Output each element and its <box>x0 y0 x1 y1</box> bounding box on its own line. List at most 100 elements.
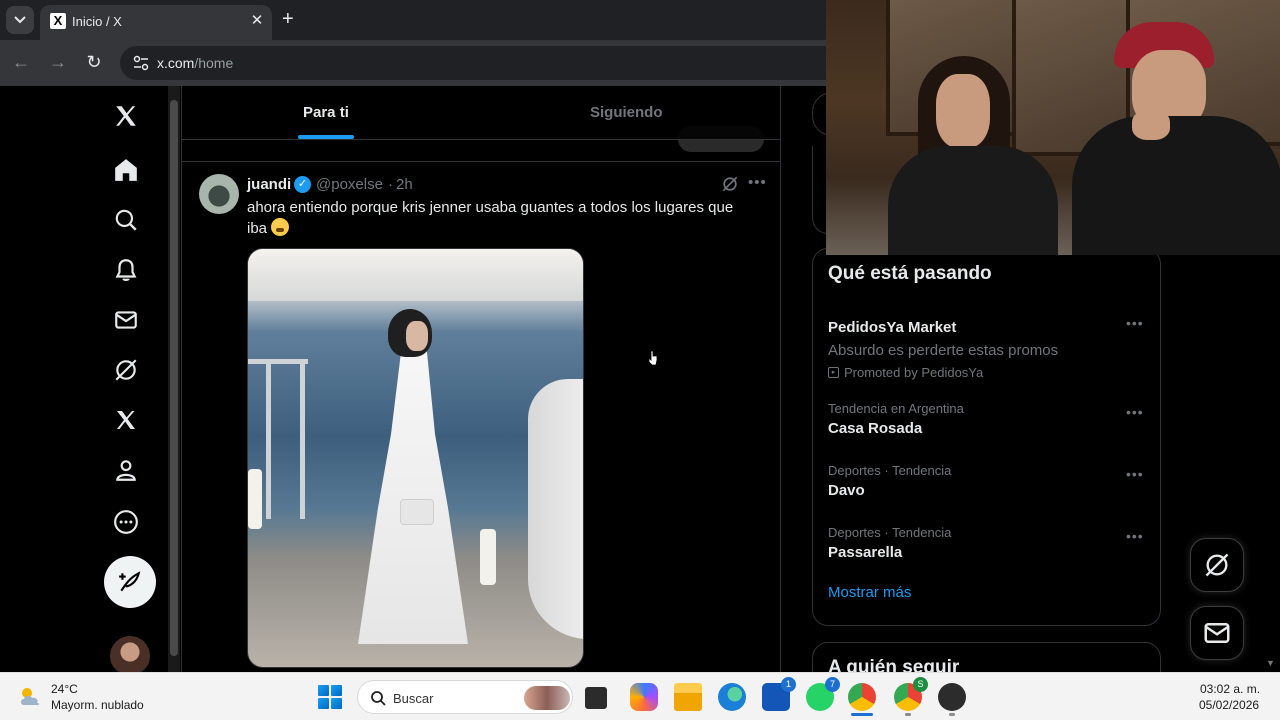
dock-bollard <box>480 529 496 585</box>
whatsapp-badge: 7 <box>825 677 840 692</box>
tab-following[interactable]: Siguiendo <box>590 104 663 121</box>
trend-name: Davo <box>828 482 865 499</box>
search-icon[interactable] <box>110 204 142 236</box>
person-left-face <box>936 74 990 148</box>
file-explorer-icon[interactable] <box>674 683 702 711</box>
x-favicon-icon: X <box>50 13 66 29</box>
running-app-indicator <box>905 713 911 716</box>
trend-more-icon[interactable]: ••• <box>1126 528 1144 544</box>
url-text: x.com/home <box>157 55 233 71</box>
dock-bollard <box>248 469 262 529</box>
show-more-link[interactable]: Mostrar más <box>828 584 911 601</box>
trend-item[interactable]: Tendencia en Argentina Casa Rosada <box>828 401 1148 437</box>
trend-item-promoted[interactable]: PedidosYa Market Absurdo es perderte est… <box>828 315 1148 380</box>
tweet-more-icon[interactable]: ••• <box>748 174 767 191</box>
trend-more-icon[interactable]: ••• <box>1126 404 1144 420</box>
premium-x-icon[interactable] <box>110 404 142 436</box>
weather-temperature[interactable]: 24°C <box>51 682 78 696</box>
boat-bow <box>528 379 583 639</box>
woman-white-dress <box>358 344 468 644</box>
chrome-profile-badge: S <box>913 677 928 692</box>
verified-badge-icon: ✓ <box>294 176 311 193</box>
railing <box>300 359 305 519</box>
copilot-icon[interactable] <box>630 683 658 711</box>
trend-category: Deportes · Tendencia <box>828 525 952 540</box>
trend-category: Tendencia en Argentina <box>828 401 964 416</box>
mail-icon[interactable] <box>110 304 142 336</box>
tab-search-button[interactable] <box>6 6 34 34</box>
search-highlight-thumbnail[interactable] <box>524 686 570 710</box>
profile-icon[interactable] <box>110 454 142 486</box>
main-timeline: Para ti Siguiendo juandi ✓ @poxelse · 2h… <box>181 86 781 672</box>
reload-icon[interactable]: ↻ <box>83 52 105 73</box>
who-to-follow-title: A quién seguir <box>828 657 960 672</box>
scroll-thumb[interactable] <box>170 100 178 656</box>
tweet-author-handle[interactable]: @poxelse <box>316 176 383 193</box>
page-scroll-down-icon[interactable]: ▼ <box>1266 658 1275 668</box>
tab-close-icon[interactable]: ✕ <box>248 11 266 29</box>
site-info-icon[interactable] <box>132 54 150 72</box>
messages-floating-button[interactable] <box>1190 606 1244 660</box>
trend-name: PedidosYa Market <box>828 319 957 336</box>
microsoft-store-icon[interactable]: 1 <box>762 677 796 711</box>
trend-item[interactable]: Deportes · Tendencia Passarella <box>828 525 1148 561</box>
running-app-indicator <box>949 713 955 716</box>
yacht-hull <box>248 249 583 301</box>
mail-icon <box>1204 623 1230 643</box>
handbag <box>400 499 434 525</box>
forward-arrow-icon[interactable]: → <box>47 52 69 73</box>
trend-name: Casa Rosada <box>828 420 923 437</box>
post-button[interactable] <box>104 556 156 608</box>
home-icon[interactable] <box>110 154 142 186</box>
clock-time[interactable]: 03:02 a. m. <box>1200 682 1260 696</box>
crying-face-emoji-icon <box>271 218 290 236</box>
tab-for-you[interactable]: Para ti <box>303 104 349 121</box>
tweet-image[interactable] <box>247 248 584 668</box>
divider <box>182 161 780 162</box>
partly-cloudy-icon[interactable] <box>18 685 44 707</box>
trend-more-icon[interactable]: ••• <box>1126 315 1144 331</box>
active-tab-indicator <box>298 135 354 139</box>
trend-category: Deportes · Tendencia <box>828 463 952 478</box>
trend-more-icon[interactable]: ••• <box>1126 466 1144 482</box>
tweet-text-body: ahora entiendo porque kris jenner usaba … <box>247 199 734 237</box>
windows-start-icon[interactable] <box>318 685 342 709</box>
railing <box>266 359 271 519</box>
chrome-profile-icon[interactable]: S <box>894 677 928 711</box>
grok-icon[interactable] <box>110 354 142 386</box>
obs-studio-icon[interactable] <box>938 683 966 711</box>
edge-browser-icon[interactable] <box>718 683 746 711</box>
chrome-icon[interactable] <box>848 683 876 711</box>
left-scrollbar[interactable] <box>168 86 180 672</box>
url-path: /home <box>194 55 234 71</box>
more-options-icon[interactable] <box>110 506 142 538</box>
person-right-body <box>1072 116 1280 255</box>
browser-tab-active[interactable]: X Inicio / X ✕ <box>40 5 272 40</box>
active-app-indicator <box>851 713 873 716</box>
clock-date[interactable]: 05/02/2026 <box>1199 698 1259 712</box>
grok-explain-icon[interactable] <box>720 174 740 194</box>
woman-face <box>406 321 428 351</box>
bell-icon[interactable] <box>110 254 142 286</box>
trends-title: Qué está pasando <box>828 263 992 284</box>
who-to-follow-panel: A quién seguir <box>812 642 1161 672</box>
task-view-icon[interactable] <box>585 687 607 709</box>
taskbar-search[interactable]: Buscar <box>357 680 573 714</box>
new-tab-button[interactable]: + <box>282 8 294 31</box>
search-icon <box>371 691 386 706</box>
tweet-author-avatar[interactable] <box>199 174 239 214</box>
tweet-timestamp[interactable]: 2h <box>396 176 413 193</box>
grok-floating-button[interactable] <box>1190 538 1244 592</box>
x-logo-icon[interactable] <box>110 100 142 132</box>
tab-title: Inicio / X <box>72 14 122 29</box>
weather-description[interactable]: Mayorm. nublado <box>51 698 144 712</box>
url-domain: x.com <box>157 55 195 71</box>
whatsapp-icon[interactable]: 7 <box>806 677 840 711</box>
tweet-author-name[interactable]: juandi <box>247 176 291 193</box>
hand-cursor-icon <box>648 350 658 366</box>
account-avatar[interactable] <box>110 636 150 672</box>
chevron-down-icon <box>14 16 26 24</box>
back-arrow-icon[interactable]: ← <box>10 52 32 73</box>
trend-item[interactable]: Deportes · Tendencia Davo <box>828 463 1148 499</box>
promoted-icon: ▸ <box>828 367 839 378</box>
